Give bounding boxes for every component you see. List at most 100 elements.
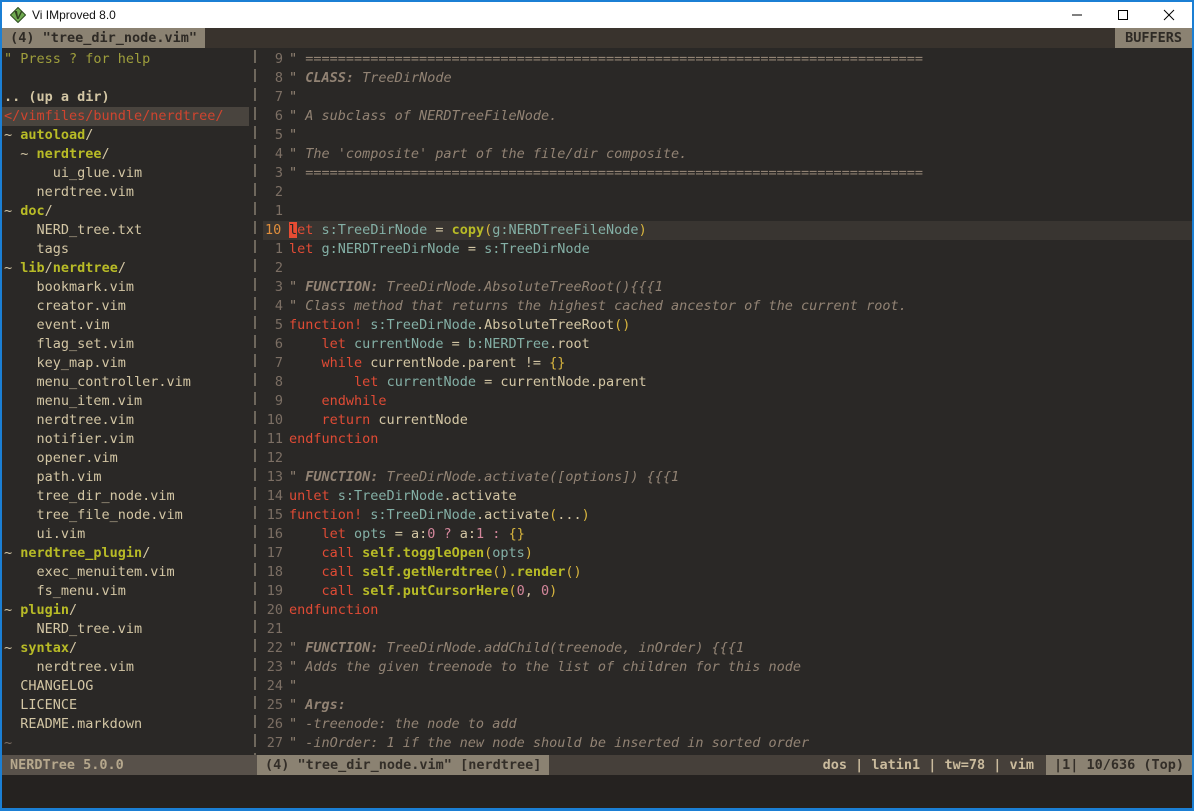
tree-item[interactable]: LICENCE [4, 696, 249, 715]
code-line[interactable]: 2 [263, 259, 1192, 278]
code-line[interactable]: 19 call self.putCursorHere(0, 0) [263, 582, 1192, 601]
code-line[interactable]: 7 while currentNode.parent != {} [263, 354, 1192, 373]
text-segment: function! [289, 507, 362, 523]
tree-item[interactable]: notifier.vim [4, 430, 249, 449]
tree-item[interactable]: tags [4, 240, 249, 259]
tree-item[interactable]: NERD_tree.vim [4, 620, 249, 639]
text-segment: " -inOrder: 1 if the new node should be … [289, 735, 809, 751]
tree-item[interactable]: menu_controller.vim [4, 373, 249, 392]
code-line[interactable]: 16 let opts = a:0 ? a:1 : {} [263, 525, 1192, 544]
tree-item[interactable]: NERD_tree.txt [4, 221, 249, 240]
code-line[interactable]: 6 let currentNode = b:NERDTree.root [263, 335, 1192, 354]
tree-item[interactable]: ~ nerdtree_plugin/ [4, 544, 249, 563]
code-line[interactable]: 17 call self.toggleOpen(opts) [263, 544, 1192, 563]
text-segment: s:TreeDirNode [370, 317, 476, 333]
code-line[interactable]: 5function! s:TreeDirNode.AbsoluteTreeRoo… [263, 316, 1192, 335]
tree-item[interactable]: key_map.vim [4, 354, 249, 373]
tree-item[interactable]: " Press ? for help [4, 50, 249, 69]
code-line[interactable]: 10let s:TreeDirNode = copy(g:NERDTreeFil… [263, 221, 1192, 240]
text-segment: nerdtree_plugin [20, 545, 142, 561]
tree-item[interactable]: nerdtree.vim [4, 183, 249, 202]
code-line[interactable]: 3" FUNCTION: TreeDirNode.AbsoluteTreeRoo… [263, 278, 1192, 297]
tree-item[interactable]: nerdtree.vim [4, 411, 249, 430]
text-segment [289, 545, 322, 561]
nerdtree-statusline: NERDTree 5.0.0 [2, 755, 257, 775]
tree-item[interactable]: ui_glue.vim [4, 164, 249, 183]
text-segment: {} [509, 526, 525, 542]
tree-root-item[interactable]: </vimfiles/bundle/nerdtree/ [2, 107, 249, 126]
code-line[interactable]: 3" =====================================… [263, 164, 1192, 183]
tree-item[interactable]: ~ [4, 734, 249, 753]
text-segment: nerdtree.vim [4, 659, 134, 675]
tree-item[interactable]: bookmark.vim [4, 278, 249, 297]
code-text: " FUNCTION: TreeDirNode.AbsoluteTreeRoot… [289, 278, 1192, 297]
line-number: 22 [263, 639, 289, 658]
code-line[interactable]: 4" Class method that returns the highest… [263, 297, 1192, 316]
tree-item[interactable]: ~ plugin/ [4, 601, 249, 620]
code-line[interactable]: 2 [263, 183, 1192, 202]
code-line[interactable]: 21 [263, 620, 1192, 639]
code-line[interactable]: 8 let currentNode = currentNode.parent [263, 373, 1192, 392]
code-line[interactable]: 26" -treenode: the node to add [263, 715, 1192, 734]
code-line[interactable]: 13" FUNCTION: TreeDirNode.activate([opti… [263, 468, 1192, 487]
tree-item[interactable]: ~ lib/nerdtree/ [4, 259, 249, 278]
text-segment: Args: [305, 697, 346, 713]
tree-item[interactable]: menu_item.vim [4, 392, 249, 411]
code-line[interactable]: 15function! s:TreeDirNode.activate(...) [263, 506, 1192, 525]
code-line[interactable]: 5" [263, 126, 1192, 145]
tree-item[interactable]: ~ doc/ [4, 202, 249, 221]
text-segment: function! [289, 317, 362, 333]
code-line[interactable]: 18 call self.getNerdtree().render() [263, 563, 1192, 582]
text-segment: ui.vim [4, 526, 85, 542]
tree-item[interactable]: opener.vim [4, 449, 249, 468]
tree-item[interactable]: ~ syntax/ [4, 639, 249, 658]
code-line[interactable]: 12 [263, 449, 1192, 468]
code-line[interactable]: 20endfunction [263, 601, 1192, 620]
tree-item[interactable]: fs_menu.vim [4, 582, 249, 601]
maximize-button[interactable] [1100, 2, 1146, 28]
code-line[interactable]: 7" [263, 88, 1192, 107]
close-button[interactable] [1146, 2, 1192, 28]
code-text [289, 259, 1192, 278]
code-line[interactable]: 23" Adds the given treenode to the list … [263, 658, 1192, 677]
code-line[interactable]: 25" Args: [263, 696, 1192, 715]
line-number: 13 [263, 468, 289, 487]
tree-item[interactable]: CHANGELOG [4, 677, 249, 696]
code-line[interactable]: 6" A subclass of NERDTreeFileNode. [263, 107, 1192, 126]
tab-tree-dir-node[interactable]: (4) "tree_dir_node.vim" [2, 28, 205, 48]
code-line[interactable]: 22" FUNCTION: TreeDirNode.addChild(treen… [263, 639, 1192, 658]
code-line[interactable]: 4" The 'composite' part of the file/dir … [263, 145, 1192, 164]
tree-item[interactable]: ~ autoload/ [4, 126, 249, 145]
tree-item[interactable]: .. (up a dir) [4, 88, 249, 107]
tree-item[interactable]: README.markdown [4, 715, 249, 734]
tree-item[interactable]: event.vim [4, 316, 249, 335]
code-line[interactable]: 11endfunction [263, 430, 1192, 449]
tree-item[interactable] [4, 69, 249, 88]
text-segment: ~ [4, 127, 20, 143]
tree-item[interactable]: path.vim [4, 468, 249, 487]
code-line[interactable]: 24" [263, 677, 1192, 696]
code-line[interactable]: 9" =====================================… [263, 50, 1192, 69]
minimize-button[interactable] [1054, 2, 1100, 28]
code-line[interactable]: 1let g:NERDTreeDirNode = s:TreeDirNode [263, 240, 1192, 259]
code-line[interactable]: 14unlet s:TreeDirNode.activate [263, 487, 1192, 506]
code-line[interactable]: 1 [263, 202, 1192, 221]
window-separator[interactable] [249, 48, 263, 755]
code-line[interactable]: 9 endwhile [263, 392, 1192, 411]
tree-item[interactable]: flag_set.vim [4, 335, 249, 354]
command-line[interactable] [2, 775, 1192, 808]
tree-item[interactable]: tree_dir_node.vim [4, 487, 249, 506]
tree-item[interactable]: tree_file_node.vim [4, 506, 249, 525]
code-line[interactable]: 10 return currentNode [263, 411, 1192, 430]
code-line[interactable]: 8" CLASS: TreeDirNode [263, 69, 1192, 88]
tree-item[interactable]: creator.vim [4, 297, 249, 316]
text-segment: while [322, 355, 363, 371]
code-text: let currentNode = currentNode.parent [289, 373, 1192, 392]
tree-item[interactable]: ui.vim [4, 525, 249, 544]
tree-item[interactable]: exec_menuitem.vim [4, 563, 249, 582]
tree-item[interactable]: ~ nerdtree/ [4, 145, 249, 164]
code-text: call self.putCursorHere(0, 0) [289, 582, 1192, 601]
text-segment [289, 355, 322, 371]
tree-item[interactable]: nerdtree.vim [4, 658, 249, 677]
code-line[interactable]: 27" -inOrder: 1 if the new node should b… [263, 734, 1192, 753]
